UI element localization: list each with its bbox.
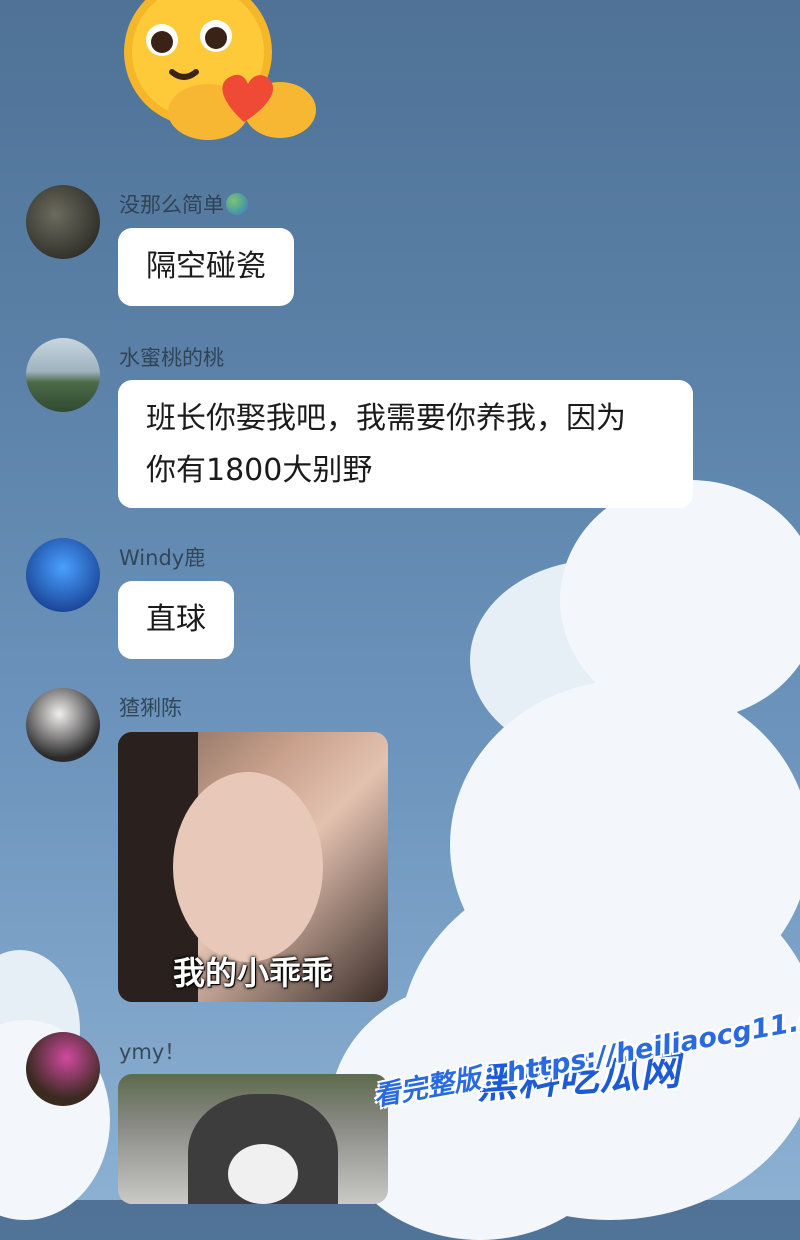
message-text: 隔空碰瓷	[146, 249, 266, 284]
image-message[interactable]	[118, 1074, 388, 1204]
sender-name: 水蜜桃的桃	[119, 346, 224, 370]
message-bubble[interactable]: 直球	[118, 581, 234, 659]
avatar[interactable]	[26, 688, 100, 762]
avatar[interactable]	[26, 185, 100, 259]
smiley-hug-icon	[124, 0, 316, 140]
globe-icon	[226, 193, 248, 215]
sender-name: ymy！	[119, 1040, 186, 1064]
message-text-line: 你有1800大别野	[146, 453, 373, 488]
message-text: 直球	[146, 602, 206, 637]
photo-face	[173, 772, 323, 962]
image-caption: 我的小乖乖	[172, 954, 333, 992]
sender-name: Windy鹿	[119, 546, 206, 570]
avatar[interactable]	[26, 338, 100, 412]
sender-name: 没那么简单	[119, 189, 248, 219]
message-bubble[interactable]: 隔空碰瓷	[118, 228, 294, 306]
image-message[interactable]: 我的小乖乖	[118, 732, 388, 1002]
hug-heart-sticker[interactable]	[120, 0, 320, 145]
husky-face	[228, 1144, 298, 1204]
message-bubble[interactable]: 班长你娶我吧，我需要你养我，因为 你有1800大别野	[118, 380, 693, 508]
message-text-line: 班长你娶我吧，我需要你养我，因为	[146, 401, 626, 436]
avatar[interactable]	[26, 1032, 100, 1106]
sender-name: 猹猁陈	[119, 696, 182, 720]
avatar[interactable]	[26, 538, 100, 612]
